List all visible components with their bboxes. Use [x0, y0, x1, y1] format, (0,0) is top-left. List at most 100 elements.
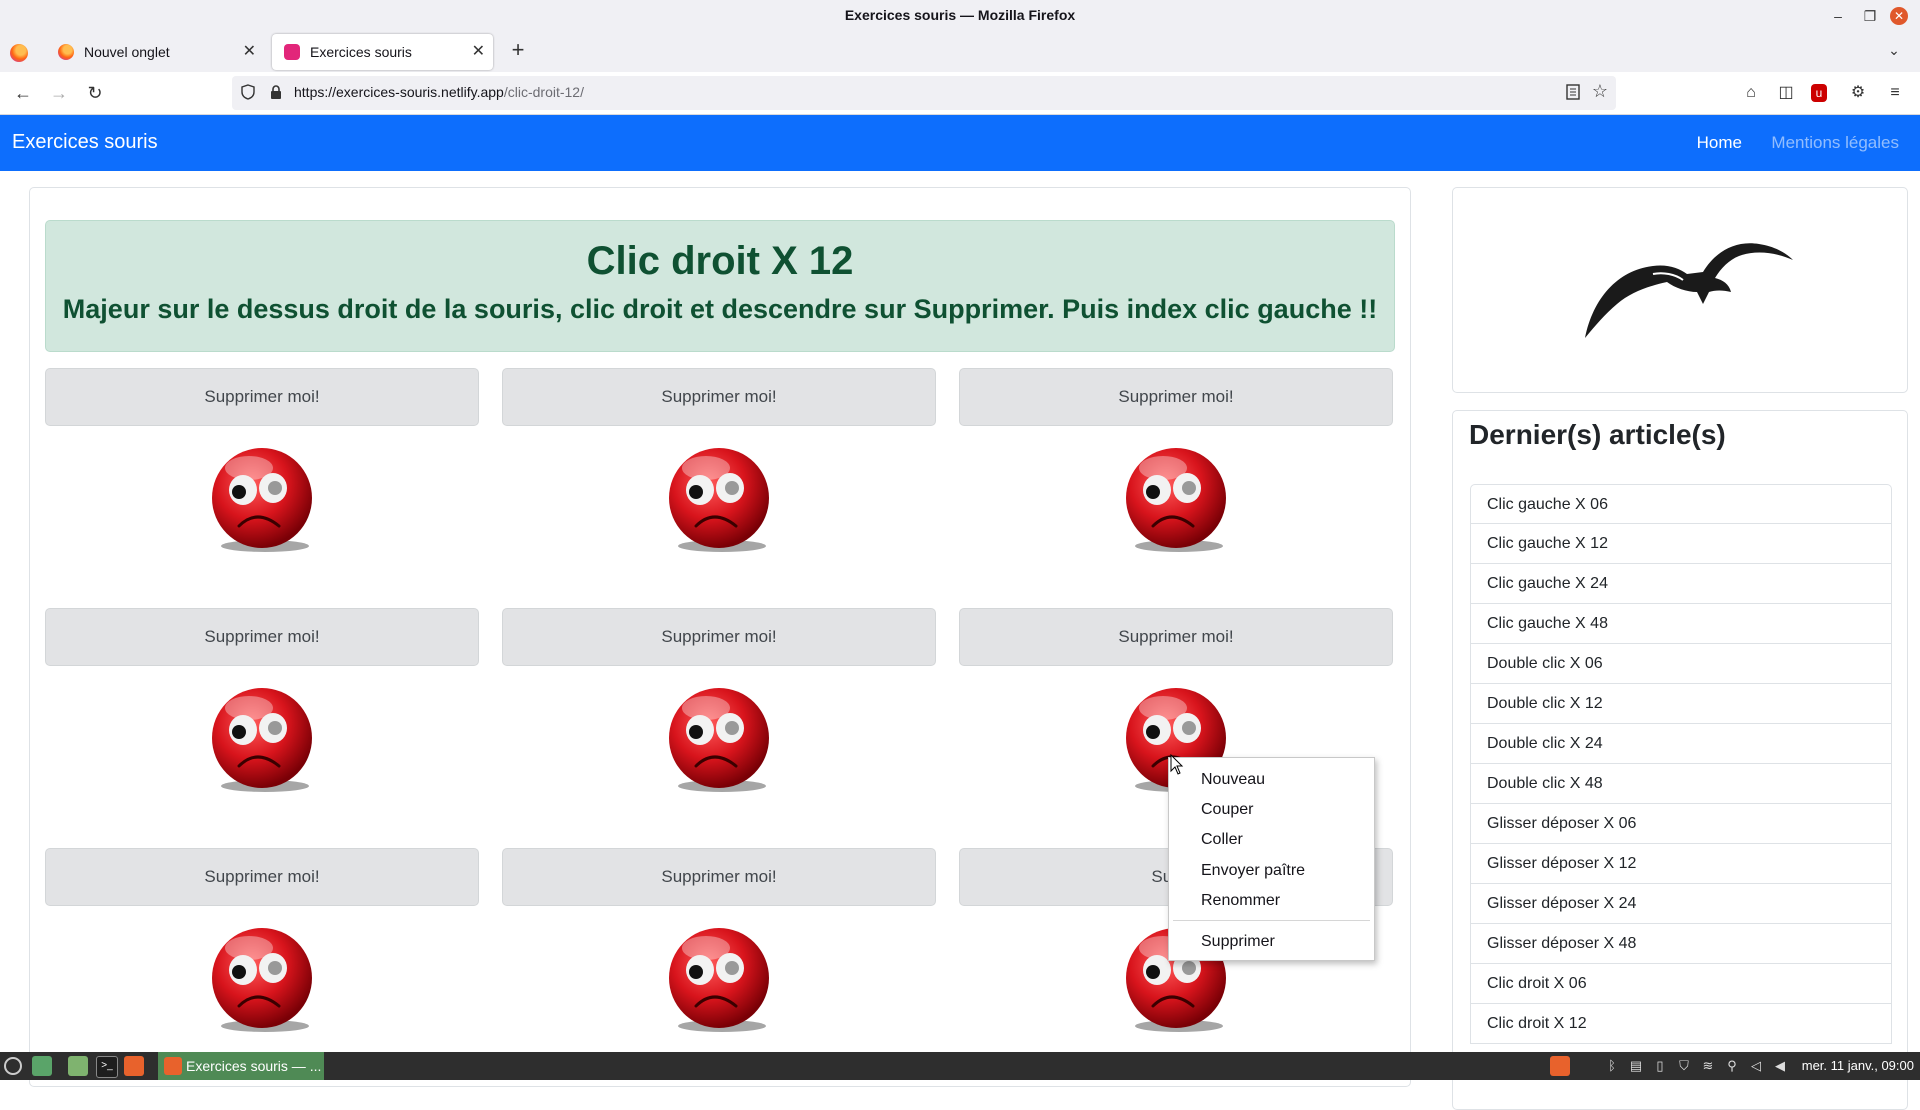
menu-item-supprimer[interactable]: Supprimer [1201, 930, 1275, 954]
reload-icon[interactable]: ↻ [80, 78, 110, 108]
address-bar[interactable]: https://exercices-souris.netlify.app/cli… [232, 76, 1616, 110]
article-link[interactable]: Glisser déposer X 48 [1470, 924, 1892, 964]
nav-toolbar: ← → ↻ https://exercices-souris.netlify.a… [0, 72, 1920, 115]
delete-me-button[interactable]: Supprimer moi! [502, 848, 936, 906]
wifi-icon[interactable]: ≋ [1700, 1057, 1716, 1075]
terminal-icon[interactable]: >_ [96, 1056, 118, 1078]
articles-list: Clic gauche X 06 Clic gauche X 12 Clic gau… [1470, 484, 1892, 1044]
context-menu: Nouveau Couper Coller Envoyer paître Ren… [1168, 757, 1375, 961]
file-manager-icon[interactable] [68, 1056, 88, 1076]
site-brand[interactable]: Exercices souris [12, 131, 158, 154]
sound-icon[interactable]: ◀ [1772, 1057, 1788, 1075]
bluetooth-icon[interactable]: ᛒ [1604, 1057, 1620, 1075]
delete-me-button[interactable]: Supprimer moi! [502, 368, 936, 426]
delete-me-button[interactable]: Supprimer moi! [502, 608, 936, 666]
sad-face-icon [207, 686, 317, 796]
close-window-icon[interactable]: ✕ [1890, 7, 1908, 25]
article-link[interactable]: Glisser déposer X 12 [1470, 844, 1892, 884]
pocket-icon[interactable]: ◫ [1775, 82, 1797, 104]
firefox-launcher-icon[interactable] [124, 1056, 144, 1076]
clock[interactable]: mer. 11 janv., 09:00 [1802, 1058, 1914, 1073]
sad-face-icon [207, 926, 317, 1036]
maximize-icon[interactable]: ❐ [1858, 4, 1882, 28]
sad-face-icon [207, 446, 317, 556]
article-link[interactable]: Clic gauche X 06 [1470, 484, 1892, 524]
taskbar-firefox-window[interactable]: Exercices souris — ... [158, 1052, 324, 1080]
tab-label: Nouvel onglet [84, 44, 170, 60]
article-link[interactable]: Double clic X 48 [1470, 764, 1892, 804]
article-link[interactable]: Double clic X 12 [1470, 684, 1892, 724]
mouse-cursor-icon [1170, 754, 1184, 775]
article-link[interactable]: Clic gauche X 48 [1470, 604, 1892, 644]
sad-face-icon [664, 446, 774, 556]
show-desktop-icon[interactable] [32, 1056, 52, 1076]
reader-view-icon[interactable] [1564, 83, 1582, 101]
close-tab-icon[interactable]: ✕ [472, 34, 485, 70]
delete-me-button[interactable]: Supprimer moi! [45, 368, 479, 426]
lock-icon[interactable] [268, 84, 284, 100]
menu-item-envoyer-paitre[interactable]: Envoyer paître [1201, 859, 1305, 883]
ublock-origin-icon[interactable]: u [1811, 84, 1827, 102]
home-icon[interactable]: ⌂ [1740, 82, 1762, 104]
seagull-logo [1585, 243, 1793, 338]
site-navbar: Exercices souris Home Mentions légales [0, 115, 1920, 171]
delete-me-button[interactable]: Supprimer moi! [959, 368, 1393, 426]
shield-tray-icon[interactable]: ⛉ [1676, 1057, 1692, 1075]
tracking-shield-icon[interactable] [240, 84, 256, 100]
menu-hamburger-icon[interactable]: ≡ [1884, 82, 1906, 104]
exercise-alert: Clic droit X 12 Majeur sur le dessus dro… [45, 220, 1395, 352]
menu-item-nouveau[interactable]: Nouveau [1201, 768, 1265, 792]
url-text[interactable]: https://exercices-souris.netlify.app/cli… [294, 84, 584, 100]
menu-item-renommer[interactable]: Renommer [1201, 889, 1280, 913]
firefox-view-icon[interactable] [10, 44, 28, 62]
exercise-title: Clic droit X 12 [586, 239, 854, 283]
menu-separator [1173, 920, 1370, 921]
taskbar-task-label: Exercices souris — ... [186, 1058, 322, 1074]
nav-legal-link[interactable]: Mentions légales [1771, 133, 1899, 153]
menu-item-couper[interactable]: Couper [1201, 798, 1253, 822]
close-tab-icon[interactable]: ✕ [243, 34, 256, 70]
article-link[interactable]: Clic gauche X 12 [1470, 524, 1892, 564]
tab-exercices-souris[interactable]: Exercices souris ✕ [272, 34, 493, 70]
minimize-icon[interactable]: – [1826, 4, 1850, 28]
new-tab-button[interactable]: + [502, 34, 534, 66]
article-link[interactable]: Glisser déposer X 24 [1470, 884, 1892, 924]
tray-firefox-icon[interactable] [1550, 1056, 1570, 1076]
article-link[interactable]: Clic droit X 12 [1470, 1004, 1892, 1044]
latest-articles-card: Dernier(s) article(s) Clic gauche X 06 Cl… [1452, 410, 1908, 1110]
delete-me-button[interactable]: Supprimer moi! [45, 848, 479, 906]
tab-label: Exercices souris [310, 44, 412, 60]
extensions-icon[interactable]: ⚙ [1847, 82, 1869, 104]
back-icon[interactable]: ← [8, 78, 38, 108]
window-title: Exercices souris — Mozilla Firefox [844, 7, 1076, 23]
nav-home-link[interactable]: Home [1697, 133, 1742, 153]
sad-face-icon [1121, 446, 1231, 556]
articles-title: Dernier(s) article(s) [1469, 419, 1726, 450]
forward-icon[interactable]: → [44, 78, 74, 108]
firefox-icon [164, 1057, 182, 1075]
exercise-instruction: Majeur sur le dessus droit de la souris,… [62, 294, 1378, 324]
article-link[interactable]: Double clic X 24 [1470, 724, 1892, 764]
tab-new-tab[interactable]: Nouvel onglet ✕ [46, 34, 264, 70]
netlify-favicon-icon [284, 44, 300, 60]
article-link[interactable]: Double clic X 06 [1470, 644, 1892, 684]
list-all-tabs-icon[interactable]: ⌄ [1878, 34, 1910, 66]
sad-face-icon [664, 926, 774, 1036]
clipboard-icon[interactable]: ▤ [1628, 1057, 1644, 1075]
battery-icon[interactable]: ▯ [1652, 1057, 1668, 1075]
volume-icon[interactable]: ◁ [1748, 1057, 1764, 1075]
article-link[interactable]: Clic gauche X 24 [1470, 564, 1892, 604]
location-icon[interactable]: ⚲ [1724, 1057, 1740, 1075]
bookmark-star-icon[interactable]: ☆ [1592, 81, 1608, 102]
article-link[interactable]: Glisser déposer X 06 [1470, 804, 1892, 844]
sad-face-icon [664, 686, 774, 796]
article-link[interactable]: Clic droit X 06 [1470, 964, 1892, 1004]
delete-me-button[interactable]: Supprimer moi! [959, 608, 1393, 666]
start-menu-icon[interactable] [4, 1057, 22, 1075]
firefox-icon [58, 44, 74, 60]
window-titlebar: Exercices souris — Mozilla Firefox – ❐ ✕ [0, 0, 1920, 32]
delete-me-button[interactable]: Supprimer moi! [45, 608, 479, 666]
menu-item-coller[interactable]: Coller [1201, 828, 1243, 852]
logo-card [1452, 187, 1908, 393]
os-taskbar: >_ Exercices souris — ... ᛒ ▤ ▯ ⛉ ≋ ⚲ ◁ … [0, 1052, 1920, 1080]
